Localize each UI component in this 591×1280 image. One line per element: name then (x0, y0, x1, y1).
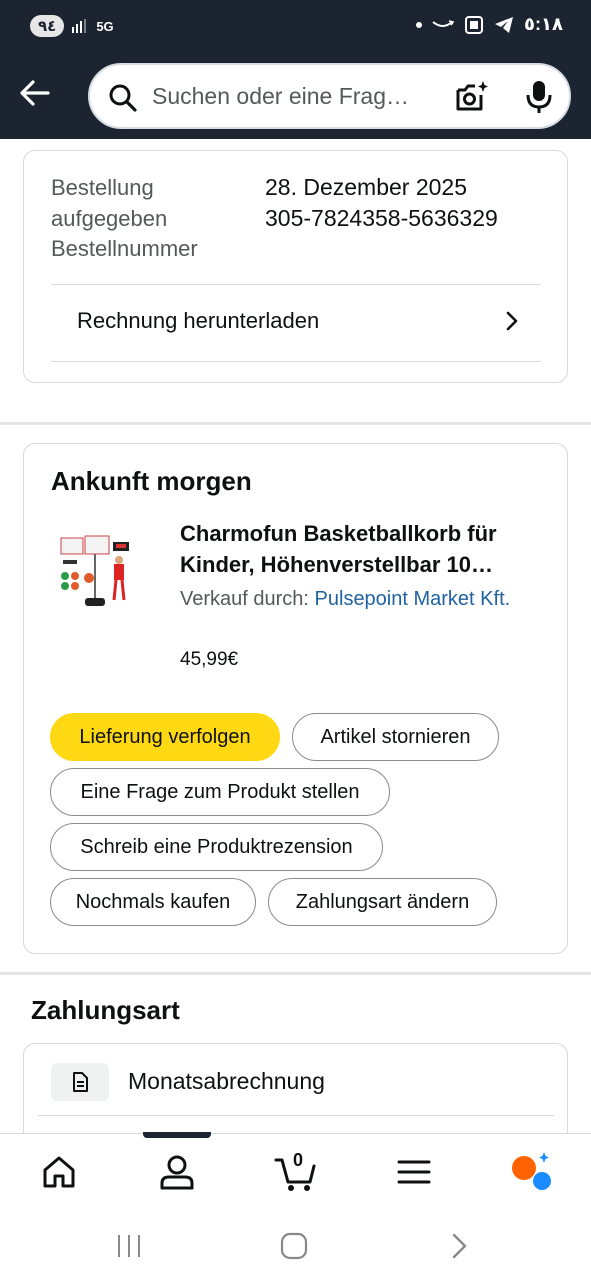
order-number-label: Bestellnummer (51, 236, 198, 261)
shipment-card: Ankunft morgen Charmofun Basketballkorb … (23, 443, 568, 954)
order-placed-label: Bestellung aufgegeben (51, 175, 168, 231)
document-icon (73, 1072, 88, 1092)
menu-icon[interactable] (394, 1152, 434, 1192)
screenshot-icon (465, 15, 484, 34)
payment-icon-box (51, 1063, 109, 1101)
camera-search-icon[interactable] (454, 79, 490, 115)
signal-icon (72, 19, 87, 33)
write-review-button[interactable]: Schreib eine Produktrezension (50, 823, 383, 871)
telegram-icon (495, 16, 514, 33)
order-number: 305-7824358-5636329 (265, 205, 498, 231)
ask-question-button[interactable]: Eine Frage zum Produkt stellen (50, 768, 390, 816)
recent-apps-icon[interactable] (114, 1231, 144, 1261)
divider (38, 1115, 554, 1116)
payment-method: Monatsabrechnung (128, 1068, 325, 1094)
change-payment-button[interactable]: Zahlungsart ändern (268, 878, 497, 926)
home-button-icon[interactable] (279, 1231, 309, 1261)
divider (51, 361, 541, 362)
clock: ٥:١٨ (524, 14, 563, 34)
seller-info: Verkauf durch: Pulsepoint Market Kft. (180, 584, 540, 615)
chevron-right-icon (506, 311, 518, 331)
bottom-navigation: 0 (0, 1132, 591, 1213)
seller-prefix: Verkauf durch: (180, 588, 309, 610)
product-image[interactable] (59, 532, 139, 612)
section-separator (0, 422, 591, 425)
battery-indicator: ٩٤ (30, 15, 65, 37)
invoice-link[interactable]: Rechnung herunterladen (77, 308, 319, 334)
order-info-card: Bestellung aufgegeben 28. Dezember 2025 … (23, 150, 568, 383)
active-tab-indicator (143, 1132, 211, 1138)
product-price: 45,99€ (180, 649, 239, 670)
payment-heading: Zahlungsart (31, 995, 180, 1025)
cart-button[interactable]: 0 (274, 1150, 318, 1192)
order-date: 28. Dezember 2025 (265, 174, 468, 200)
search-bar[interactable]: Suchen oder eine Frag… (88, 63, 571, 129)
invoice-row[interactable]: Rechnung herunterladen (24, 285, 569, 361)
notification-dot-icon (416, 21, 423, 28)
cancel-item-button[interactable]: Artikel stornieren (292, 713, 499, 761)
home-icon[interactable] (39, 1152, 79, 1192)
network-type: 5G (96, 18, 114, 34)
delivery-heading: Ankunft morgen (51, 466, 252, 496)
product-title[interactable]: Charmofun Basketballkorb für Kinder, Höh… (180, 518, 550, 580)
rufus-icon[interactable] (511, 1152, 551, 1192)
amazon-smile-icon (432, 19, 455, 27)
back-arrow-icon[interactable] (18, 76, 52, 110)
back-button-icon[interactable] (444, 1231, 474, 1261)
account-icon[interactable] (157, 1152, 197, 1192)
section-separator (0, 972, 591, 975)
buy-again-button[interactable]: Nochmals kaufen (50, 878, 256, 926)
cart-count: 0 (293, 1150, 304, 1170)
system-navigation (0, 1213, 591, 1280)
app-header: Suchen oder eine Frag… (0, 54, 591, 139)
microphone-icon[interactable] (524, 79, 554, 115)
status-bar: ٩٤ 5G ٥:١٨ (0, 0, 591, 54)
track-package-button[interactable]: Lieferung verfolgen (50, 713, 280, 761)
seller-link[interactable]: Pulsepoint Market Kft. (315, 588, 511, 610)
search-icon (109, 84, 137, 112)
search-input[interactable]: Suchen oder eine Frag… (152, 83, 409, 110)
